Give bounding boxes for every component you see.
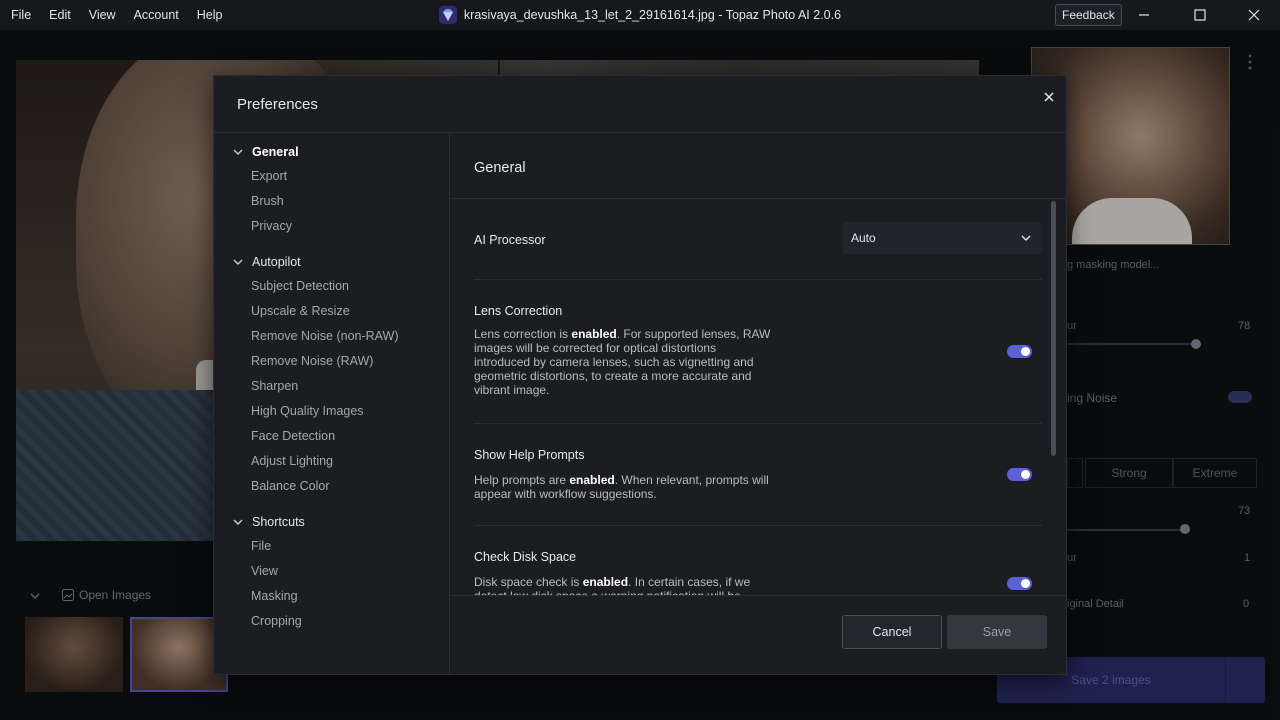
dialog-header: Preferences <box>214 76 1066 133</box>
nav-item-shortcut-masking[interactable]: Masking <box>251 589 298 603</box>
row-divider <box>474 279 1042 280</box>
disk-space-description: Disk space check is enabled. In certain … <box>474 575 751 595</box>
help-prompts-label: Show Help Prompts <box>474 448 585 462</box>
ai-processor-select[interactable]: Auto <box>843 222 1042 254</box>
nav-item-remove-noise-raw[interactable]: Remove Noise (RAW) <box>251 354 373 368</box>
nav-section-general[interactable]: General <box>232 145 299 159</box>
menu-view[interactable]: View <box>80 0 125 30</box>
preferences-content: General AI Processor Auto Lens Correctio… <box>451 133 1066 674</box>
nav-item-face-detection[interactable]: Face Detection <box>251 429 335 443</box>
preferences-nav: General Export Brush Privacy Autopilot S… <box>214 133 450 674</box>
dialog-close-button[interactable] <box>1037 85 1061 109</box>
dialog-title: Preferences <box>237 96 318 113</box>
menu-bar: File Edit View Account Help <box>0 0 231 30</box>
lens-correction-toggle[interactable] <box>1007 345 1032 358</box>
nav-item-subject-detection[interactable]: Subject Detection <box>251 279 349 293</box>
row-divider <box>474 525 1042 526</box>
nav-section-label: Autopilot <box>252 255 301 269</box>
row-divider <box>474 423 1042 424</box>
nav-section-label: Shortcuts <box>252 515 305 529</box>
disk-space-toggle[interactable] <box>1007 577 1032 590</box>
window-title-text: krasivaya_devushka_13_let_2_29161614.jpg… <box>463 8 842 22</box>
preferences-dialog: Preferences General Export Brush Privacy… <box>213 75 1067 675</box>
close-window-button[interactable] <box>1231 0 1277 30</box>
nav-item-remove-noise-nonraw[interactable]: Remove Noise (non-RAW) <box>251 329 399 343</box>
lens-correction-label: Lens Correction <box>474 304 563 318</box>
nav-item-export[interactable]: Export <box>251 169 287 183</box>
help-prompts-description: Help prompts are enabled. When relevant,… <box>474 473 769 501</box>
settings-scroll-area[interactable]: AI Processor Auto Lens Correction Lens c… <box>451 199 1066 595</box>
menu-help[interactable]: Help <box>188 0 232 30</box>
nav-section-shortcuts[interactable]: Shortcuts <box>232 515 305 529</box>
minimize-icon <box>1139 14 1149 16</box>
minimize-button[interactable] <box>1121 0 1167 30</box>
menu-file[interactable]: File <box>2 0 40 30</box>
nav-section-autopilot[interactable]: Autopilot <box>232 255 301 269</box>
nav-section-label: General <box>252 145 299 159</box>
cancel-button[interactable]: Cancel <box>842 615 942 649</box>
close-icon <box>1044 92 1054 102</box>
maximize-icon <box>1194 9 1206 21</box>
maximize-button[interactable] <box>1177 0 1223 30</box>
nav-item-shortcut-cropping[interactable]: Cropping <box>251 614 302 628</box>
feedback-button[interactable]: Feedback <box>1055 4 1122 26</box>
topaz-logo-icon <box>438 6 457 24</box>
ai-processor-label: AI Processor <box>474 233 546 247</box>
menu-edit[interactable]: Edit <box>40 0 80 30</box>
nav-item-shortcut-file[interactable]: File <box>251 539 271 553</box>
nav-item-balance-color[interactable]: Balance Color <box>251 479 330 493</box>
nav-item-shortcut-view[interactable]: View <box>251 564 278 578</box>
menu-account[interactable]: Account <box>125 0 188 30</box>
ai-processor-value: Auto <box>851 231 876 245</box>
chevron-down-icon <box>1021 235 1031 241</box>
nav-item-privacy[interactable]: Privacy <box>251 219 292 233</box>
chevron-down-icon <box>233 519 243 525</box>
disk-space-label: Check Disk Space <box>474 550 577 564</box>
settings-scrollbar[interactable] <box>1051 201 1056 456</box>
title-bar: File Edit View Account Help krasivaya_de… <box>0 0 1280 30</box>
help-prompts-toggle[interactable] <box>1007 468 1032 481</box>
nav-item-upscale-resize[interactable]: Upscale & Resize <box>251 304 350 318</box>
nav-item-high-quality-images[interactable]: High Quality Images <box>251 404 364 418</box>
footer-divider <box>451 595 1066 596</box>
nav-item-brush[interactable]: Brush <box>251 194 284 208</box>
lens-correction-description: Lens correction is enabled. For supporte… <box>474 327 771 397</box>
chevron-down-icon <box>233 259 243 265</box>
nav-item-sharpen[interactable]: Sharpen <box>251 379 298 393</box>
close-window-icon <box>1248 9 1260 21</box>
chevron-down-icon <box>233 149 243 155</box>
nav-item-adjust-lighting[interactable]: Adjust Lighting <box>251 454 333 468</box>
content-title: General <box>474 160 526 176</box>
save-button[interactable]: Save <box>947 615 1047 649</box>
